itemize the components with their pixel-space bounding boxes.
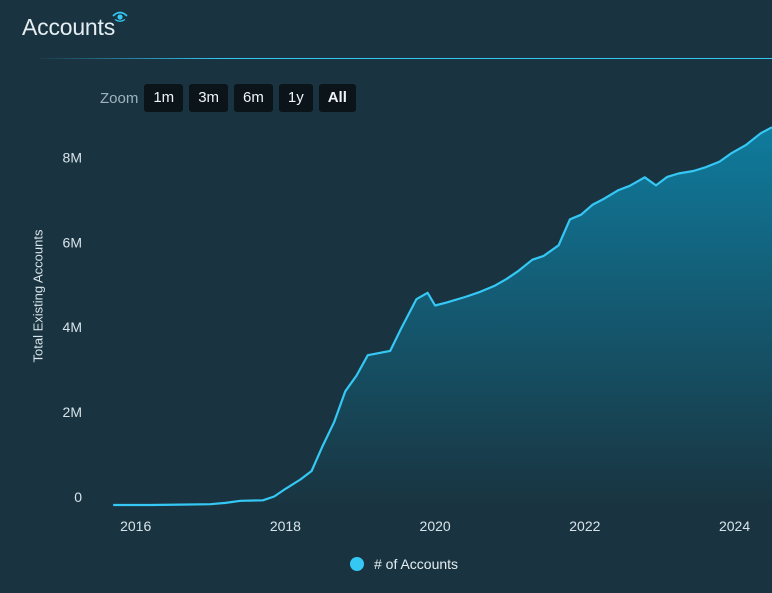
y-tick-label: 0: [74, 489, 82, 505]
series-area: [113, 127, 772, 506]
x-tick-label: 2016: [120, 518, 151, 534]
legend-item[interactable]: # of Accounts: [350, 556, 458, 572]
y-tick-label: 6M: [63, 234, 82, 250]
x-tick-label: 2024: [719, 518, 750, 534]
y-tick-label: 4M: [63, 319, 82, 335]
x-tick-label: 2018: [270, 518, 301, 534]
y-tick-label: 2M: [63, 404, 82, 420]
x-tick-label: 2022: [569, 518, 600, 534]
accounts-chart: 0 2M 4M 6M 8M 2016 2018 2020 2022 2024: [63, 126, 772, 534]
y-tick-label: 8M: [63, 149, 82, 165]
legend-marker: [350, 557, 364, 571]
x-tick-label: 2020: [420, 518, 451, 534]
legend-label: # of Accounts: [374, 556, 459, 572]
